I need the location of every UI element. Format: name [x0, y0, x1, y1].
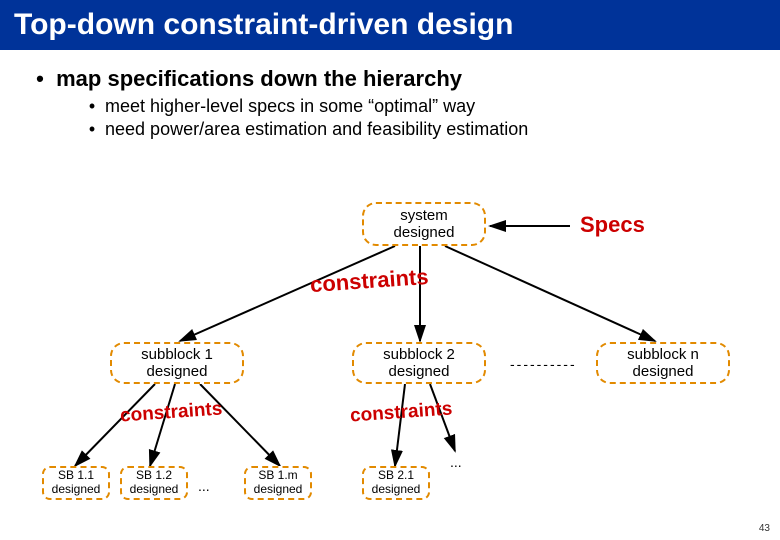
node-line2: designed — [246, 483, 310, 497]
bullet1-text: map specifications down the hierarchy — [56, 66, 462, 91]
bullet-dot: • — [30, 66, 50, 92]
slide-title: Top-down constraint-driven design — [0, 0, 780, 50]
body-text: • map specifications down the hierarchy … — [0, 50, 780, 140]
ellipsis: ... — [450, 454, 462, 470]
node-subblock2: subblock 2 designed — [352, 342, 486, 384]
bullet-level2: • meet higher-level specs in some “optim… — [84, 96, 760, 117]
ellipsis: ... — [198, 478, 210, 494]
bullet-dot: • — [84, 96, 100, 117]
node-line1: SB 2.1 — [364, 469, 428, 483]
node-subblock1: subblock 1 designed — [110, 342, 244, 384]
node-line1: subblock n — [598, 346, 728, 363]
node-line2: designed — [122, 483, 186, 497]
node-sb11: SB 1.1 designed — [42, 466, 110, 500]
node-line1: system — [364, 207, 484, 224]
node-line2: designed — [598, 363, 728, 380]
node-line2: designed — [364, 483, 428, 497]
node-subblockn: subblock n designed — [596, 342, 730, 384]
bullet-dot: • — [84, 119, 100, 140]
node-sb1m: SB 1.m designed — [244, 466, 312, 500]
node-line2: designed — [364, 224, 484, 241]
bullet-level2: • need power/area estimation and feasibi… — [84, 119, 760, 140]
bullet-level1: • map specifications down the hierarchy — [30, 66, 760, 92]
ellipsis-dashes: ---------- — [510, 356, 577, 372]
bullet2b-text: need power/area estimation and feasibili… — [105, 119, 528, 139]
page-number: 43 — [759, 523, 770, 534]
node-line1: subblock 2 — [354, 346, 484, 363]
node-line2: designed — [354, 363, 484, 380]
node-sb21: SB 2.1 designed — [362, 466, 430, 500]
bullet2a-text: meet higher-level specs in some “optimal… — [105, 96, 475, 116]
node-system: system designed — [362, 202, 486, 246]
node-line2: designed — [44, 483, 108, 497]
node-line1: SB 1.2 — [122, 469, 186, 483]
specs-label: Specs — [580, 212, 645, 238]
diagram: system designed Specs constraints subblo… — [0, 196, 780, 516]
node-line1: SB 1.m — [246, 469, 310, 483]
node-line1: SB 1.1 — [44, 469, 108, 483]
node-line2: designed — [112, 363, 242, 380]
node-sb12: SB 1.2 designed — [120, 466, 188, 500]
node-line1: subblock 1 — [112, 346, 242, 363]
